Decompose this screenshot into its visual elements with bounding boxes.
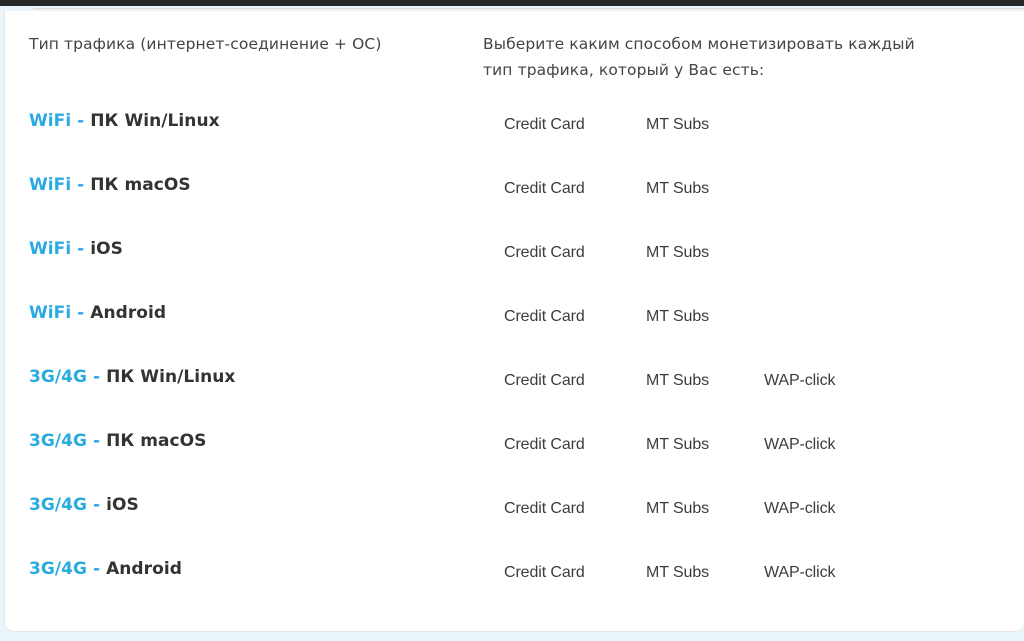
monetization-option[interactable]: WAP-click xyxy=(764,564,835,582)
monetization-option[interactable]: MT Subs xyxy=(646,244,709,262)
traffic-monetization-card: Тип трафика (интернет-соединение + ОС) В… xyxy=(4,11,1024,632)
monetization-option[interactable]: Credit Card xyxy=(504,372,585,390)
monetization-options: Credit Card MT Subs WAP-click xyxy=(5,372,1024,396)
monetization-option[interactable]: Credit Card xyxy=(504,564,585,582)
traffic-row: WiFi - ПК Win/Linux Credit Card MT Subs xyxy=(5,103,1024,167)
traffic-row: 3G/4G - ПК Win/Linux Credit Card MT Subs WA… xyxy=(5,359,1024,423)
monetization-option[interactable]: Credit Card xyxy=(504,500,585,518)
monetization-options: Credit Card MT Subs WAP-click xyxy=(5,500,1024,524)
monetization-option[interactable]: WAP-click xyxy=(764,436,835,454)
monetization-option[interactable]: Credit Card xyxy=(504,436,585,454)
monetization-options: Credit Card MT Subs WAP-click xyxy=(5,436,1024,460)
monetization-option[interactable]: MT Subs xyxy=(646,564,709,582)
monetization-option[interactable]: MT Subs xyxy=(646,116,709,134)
monetization-option[interactable]: WAP-click xyxy=(764,372,835,390)
window-top-bar xyxy=(0,0,1024,6)
table-header-row: Тип трафика (интернет-соединение + ОС) В… xyxy=(5,11,1024,91)
monetization-option[interactable]: Credit Card xyxy=(504,308,585,326)
traffic-row: WiFi - Android Credit Card MT Subs xyxy=(5,295,1024,359)
monetization-option[interactable]: WAP-click xyxy=(764,500,835,518)
traffic-row: 3G/4G - ПК macOS Credit Card MT Subs WAP-cl… xyxy=(5,423,1024,487)
traffic-row: 3G/4G - iOS Credit Card MT Subs WAP-click xyxy=(5,487,1024,551)
monetization-options: Credit Card MT Subs xyxy=(5,180,1024,204)
monetization-column-header: Выберите каким способом монетизировать к… xyxy=(483,35,915,79)
traffic-type-column-header: Тип трафика (интернет-соединение + ОС) xyxy=(29,35,382,53)
traffic-row: WiFi - iOS Credit Card MT Subs xyxy=(5,231,1024,295)
monetization-option[interactable]: MT Subs xyxy=(646,436,709,454)
monetization-option[interactable]: Credit Card xyxy=(504,180,585,198)
monetization-option[interactable]: Credit Card xyxy=(504,116,585,134)
monetization-options: Credit Card MT Subs WAP-click xyxy=(5,564,1024,588)
monetization-option[interactable]: MT Subs xyxy=(646,372,709,390)
monetization-options: Credit Card MT Subs xyxy=(5,244,1024,268)
monetization-option[interactable]: Credit Card xyxy=(504,244,585,262)
traffic-row: WiFi - ПК macOS Credit Card MT Subs xyxy=(5,167,1024,231)
monetization-option[interactable]: MT Subs xyxy=(646,308,709,326)
monetization-option[interactable]: MT Subs xyxy=(646,500,709,518)
monetization-options: Credit Card MT Subs xyxy=(5,116,1024,140)
traffic-rows-list: WiFi - ПК Win/Linux Credit Card MT Subs WiF… xyxy=(5,103,1024,615)
monetization-options: Credit Card MT Subs xyxy=(5,308,1024,332)
monetization-option[interactable]: MT Subs xyxy=(646,180,709,198)
traffic-row: 3G/4G - Android Credit Card MT Subs WAP-cli… xyxy=(5,551,1024,615)
